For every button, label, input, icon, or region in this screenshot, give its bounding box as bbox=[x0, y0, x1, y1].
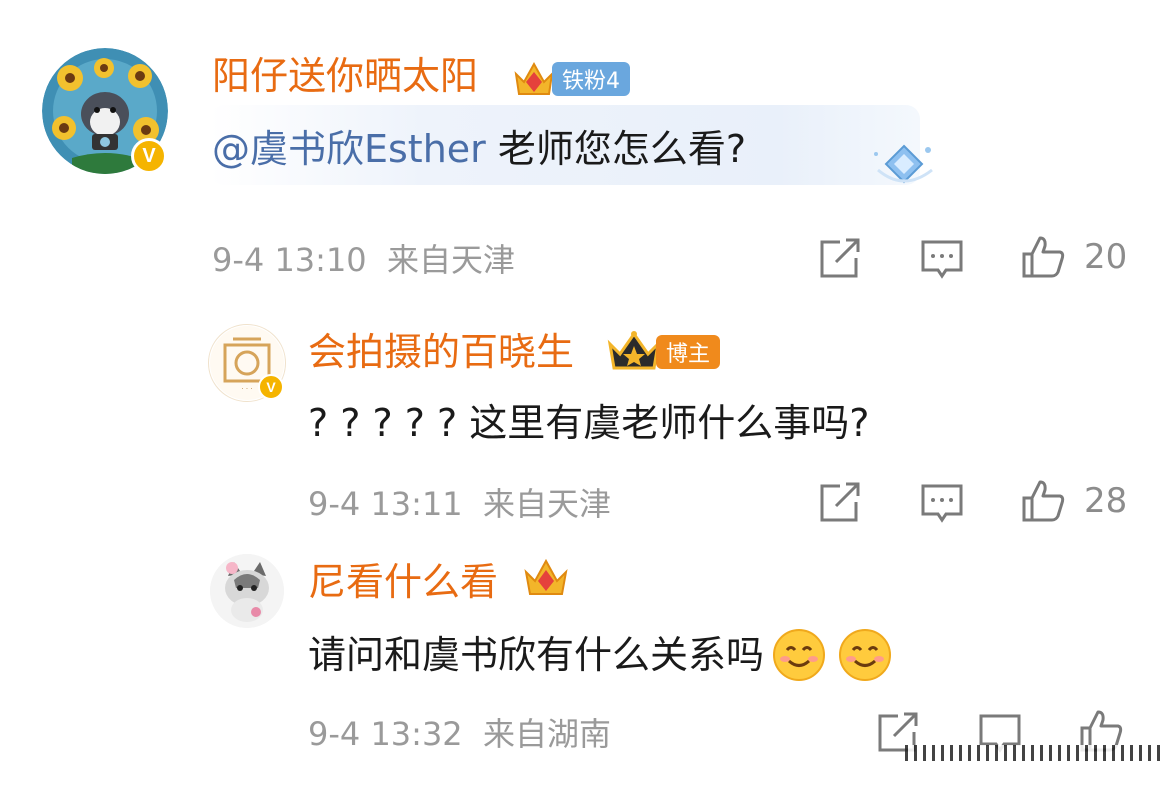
comment-meta: 9-4 13:10 来自天津 bbox=[212, 242, 515, 278]
username[interactable]: 阳仔送你晒太阳 bbox=[212, 54, 478, 98]
timestamp: 9-4 13:11 bbox=[308, 485, 463, 523]
location: 来自天津 bbox=[483, 485, 612, 523]
comment-text: ? ? ? ? ? 这里有虞老师什么事吗? bbox=[308, 401, 870, 445]
role-badge-label: 博主 bbox=[656, 335, 721, 369]
timestamp: 9-4 13:10 bbox=[212, 241, 367, 279]
like-button[interactable]: 20 bbox=[1020, 234, 1127, 280]
comment-button[interactable] bbox=[920, 482, 964, 528]
username[interactable]: 会拍摄的百晓生 bbox=[308, 330, 574, 374]
role-badge[interactable]: 博主 bbox=[606, 330, 721, 374]
comment-text: 请问和虞书欣有什么关系吗 bbox=[308, 628, 892, 682]
svg-text:· · ·: · · · bbox=[241, 385, 252, 393]
timestamp: 9-4 13:32 bbox=[308, 715, 463, 753]
crown-icon bbox=[522, 556, 570, 604]
diamond-decoration-icon bbox=[868, 140, 940, 196]
share-button[interactable] bbox=[818, 482, 862, 528]
location: 来自湖南 bbox=[483, 715, 612, 753]
fan-badge-label: 铁粉4 bbox=[552, 62, 630, 96]
username[interactable]: 尼看什么看 bbox=[308, 560, 498, 604]
share-icon bbox=[820, 482, 860, 522]
watermark-stripes bbox=[905, 745, 1165, 761]
comment-meta: 9-4 13:32 来自湖南 bbox=[308, 716, 611, 752]
like-count: 20 bbox=[1084, 237, 1128, 277]
comment-icon bbox=[921, 484, 963, 523]
crown-icon bbox=[607, 331, 661, 370]
comment-icon bbox=[921, 240, 963, 279]
avatar[interactable] bbox=[210, 554, 284, 628]
comment-text: @虞书欣Esther 老师您怎么看? bbox=[212, 127, 747, 171]
verified-badge: V bbox=[258, 374, 284, 400]
like-count: 28 bbox=[1084, 481, 1128, 521]
share-icon bbox=[820, 238, 860, 278]
comment-button[interactable] bbox=[920, 238, 964, 284]
like-icon bbox=[1022, 236, 1065, 278]
location: 来自天津 bbox=[387, 241, 516, 279]
smile-emoji bbox=[839, 629, 892, 681]
like-button[interactable]: 28 bbox=[1020, 478, 1127, 524]
smile-emoji bbox=[773, 629, 826, 681]
comment-meta: 9-4 13:11 来自天津 bbox=[308, 486, 611, 522]
crown-icon bbox=[514, 61, 554, 95]
mention-link[interactable]: @虞书欣Esther bbox=[212, 127, 486, 171]
share-button[interactable] bbox=[818, 238, 862, 284]
verified-badge: V bbox=[131, 138, 167, 174]
fan-badge[interactable]: 铁粉4 bbox=[512, 58, 630, 100]
like-icon bbox=[1022, 480, 1065, 522]
